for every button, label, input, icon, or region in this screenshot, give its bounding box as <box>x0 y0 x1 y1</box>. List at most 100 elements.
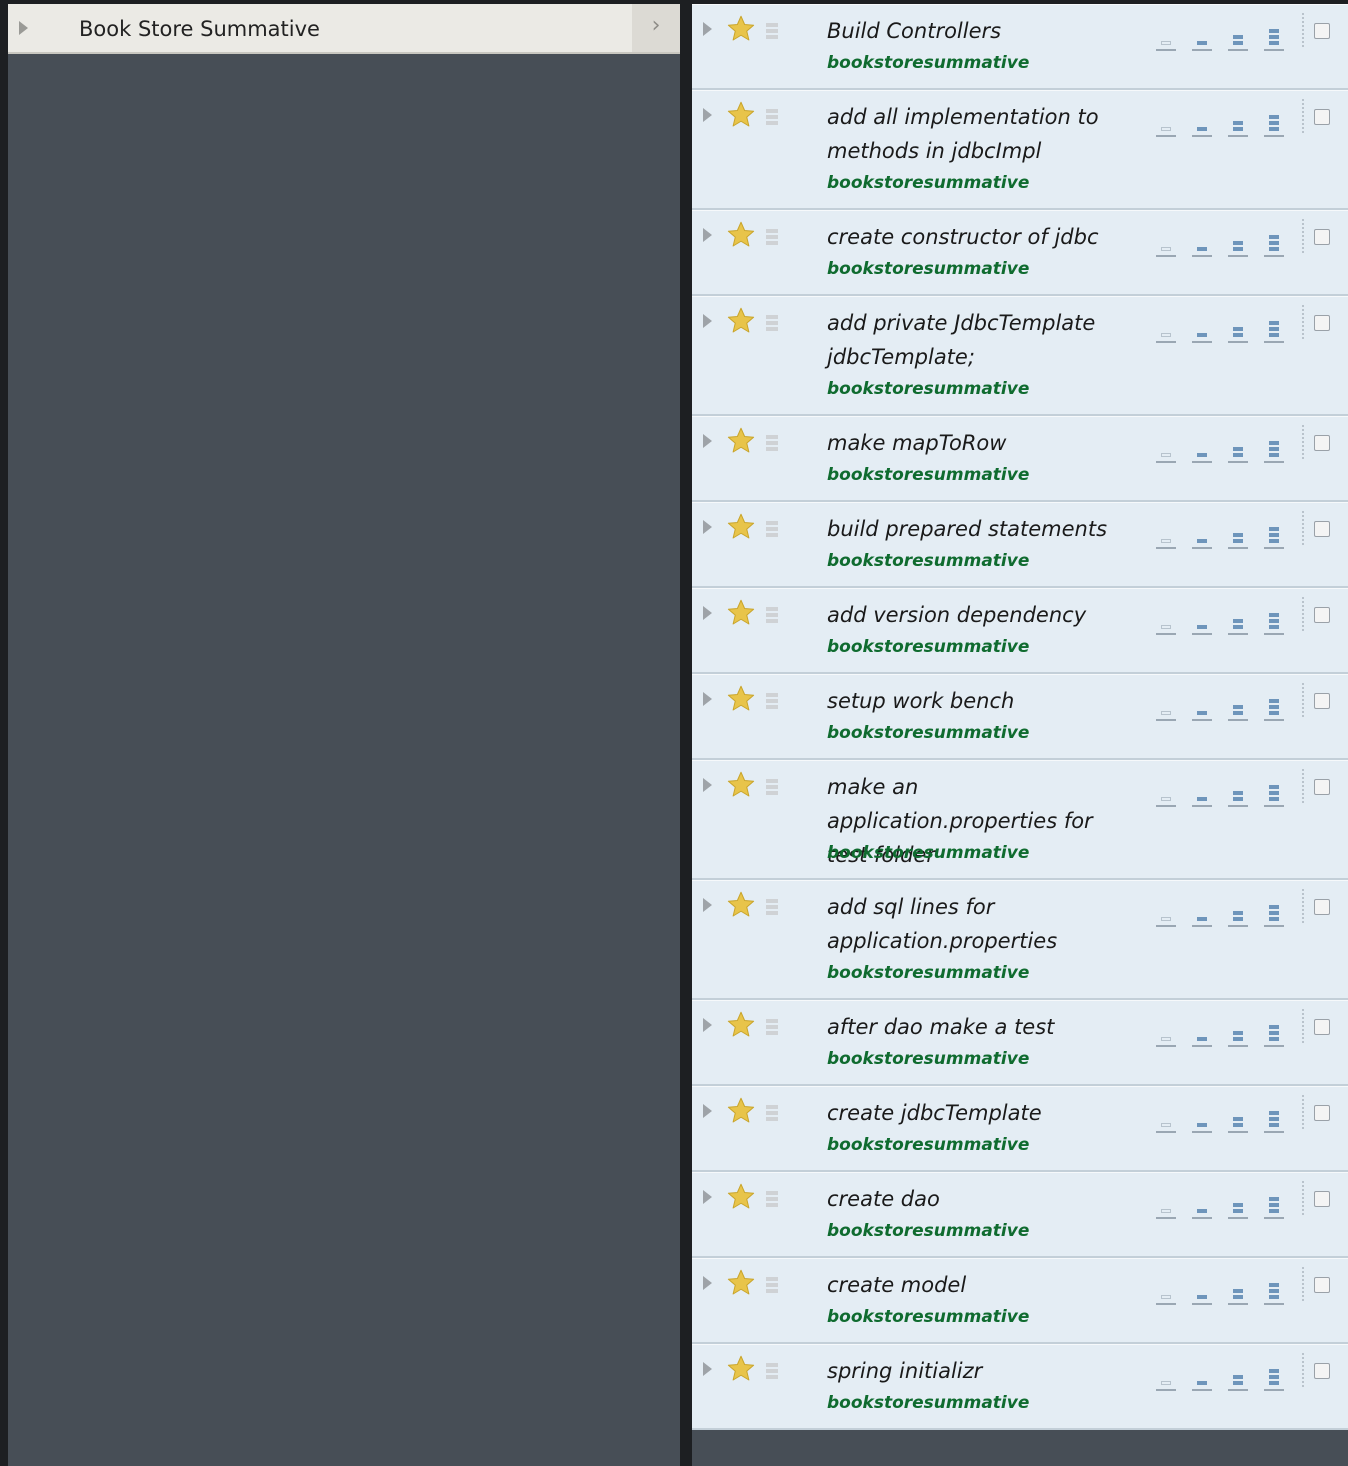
priority-low-icon[interactable] <box>1192 775 1212 807</box>
complete-checkbox[interactable] <box>1314 229 1330 245</box>
priority-high-icon[interactable] <box>1264 1015 1284 1047</box>
task-title[interactable]: add private JdbcTemplate jdbcTemplate; <box>827 306 1137 374</box>
task-row[interactable]: create model bookstoresummative <box>692 1258 1348 1344</box>
task-project-tag[interactable]: bookstoresummative <box>827 723 1029 743</box>
priority-high-icon[interactable] <box>1264 1359 1284 1391</box>
task-row[interactable]: make an application.properties for test … <box>692 760 1348 880</box>
task-title[interactable]: spring initializr <box>827 1354 1137 1388</box>
priority-none-icon[interactable] <box>1156 689 1176 721</box>
complete-checkbox[interactable] <box>1314 899 1330 915</box>
complete-checkbox[interactable] <box>1314 779 1330 795</box>
priority-high-icon[interactable] <box>1264 689 1284 721</box>
star-icon[interactable] <box>726 890 756 920</box>
priority-high-icon[interactable] <box>1264 225 1284 257</box>
star-icon[interactable] <box>726 770 756 800</box>
drag-handle-icon[interactable] <box>766 315 778 333</box>
task-project-tag[interactable]: bookstoresummative <box>827 259 1029 279</box>
star-icon[interactable] <box>726 598 756 628</box>
priority-low-icon[interactable] <box>1192 105 1212 137</box>
task-project-tag[interactable]: bookstoresummative <box>827 1049 1029 1069</box>
star-icon[interactable] <box>726 14 756 44</box>
task-project-tag[interactable]: bookstoresummative <box>827 963 1029 983</box>
priority-high-icon[interactable] <box>1264 517 1284 549</box>
drag-handle-icon[interactable] <box>766 23 778 41</box>
drag-handle-icon[interactable] <box>766 435 778 453</box>
priority-low-icon[interactable] <box>1192 311 1212 343</box>
drag-handle-icon[interactable] <box>766 109 778 127</box>
task-title[interactable]: add all implementation to methods in jdb… <box>827 100 1137 168</box>
priority-low-icon[interactable] <box>1192 1359 1212 1391</box>
priority-medium-icon[interactable] <box>1228 105 1248 137</box>
priority-low-icon[interactable] <box>1192 225 1212 257</box>
star-icon[interactable] <box>726 684 756 714</box>
expand-arrow-icon[interactable] <box>703 434 712 448</box>
task-row[interactable]: add sql lines for application.properties… <box>692 880 1348 1000</box>
priority-medium-icon[interactable] <box>1228 19 1248 51</box>
priority-high-icon[interactable] <box>1264 311 1284 343</box>
open-project-button[interactable]: › <box>632 4 680 52</box>
task-row[interactable]: add private JdbcTemplate jdbcTemplate; b… <box>692 296 1348 416</box>
expand-arrow-icon[interactable] <box>703 1104 712 1118</box>
priority-high-icon[interactable] <box>1264 1273 1284 1305</box>
priority-medium-icon[interactable] <box>1228 1273 1248 1305</box>
complete-checkbox[interactable] <box>1314 1105 1330 1121</box>
task-title[interactable]: Build Controllers <box>827 14 1137 48</box>
priority-high-icon[interactable] <box>1264 1187 1284 1219</box>
priority-medium-icon[interactable] <box>1228 1187 1248 1219</box>
star-icon[interactable] <box>726 512 756 542</box>
priority-low-icon[interactable] <box>1192 1273 1212 1305</box>
priority-medium-icon[interactable] <box>1228 517 1248 549</box>
priority-none-icon[interactable] <box>1156 105 1176 137</box>
drag-handle-icon[interactable] <box>766 1191 778 1209</box>
priority-none-icon[interactable] <box>1156 225 1176 257</box>
expand-arrow-icon[interactable] <box>703 520 712 534</box>
priority-medium-icon[interactable] <box>1228 689 1248 721</box>
task-row[interactable]: add version dependency bookstoresummativ… <box>692 588 1348 674</box>
priority-medium-icon[interactable] <box>1228 1359 1248 1391</box>
star-icon[interactable] <box>726 1182 756 1212</box>
priority-medium-icon[interactable] <box>1228 895 1248 927</box>
priority-high-icon[interactable] <box>1264 895 1284 927</box>
complete-checkbox[interactable] <box>1314 315 1330 331</box>
priority-medium-icon[interactable] <box>1228 1101 1248 1133</box>
drag-handle-icon[interactable] <box>766 229 778 247</box>
priority-low-icon[interactable] <box>1192 19 1212 51</box>
priority-none-icon[interactable] <box>1156 1101 1176 1133</box>
complete-checkbox[interactable] <box>1314 1277 1330 1293</box>
task-project-tag[interactable]: bookstoresummative <box>827 1393 1029 1413</box>
complete-checkbox[interactable] <box>1314 521 1330 537</box>
priority-medium-icon[interactable] <box>1228 431 1248 463</box>
task-title[interactable]: build prepared statements <box>827 512 1137 546</box>
priority-none-icon[interactable] <box>1156 895 1176 927</box>
task-title[interactable]: add sql lines for application.properties <box>827 890 1137 958</box>
task-title[interactable]: create jdbcTemplate <box>827 1096 1137 1130</box>
priority-low-icon[interactable] <box>1192 1101 1212 1133</box>
priority-medium-icon[interactable] <box>1228 311 1248 343</box>
expand-arrow-icon[interactable] <box>703 606 712 620</box>
drag-handle-icon[interactable] <box>766 693 778 711</box>
task-row[interactable]: create dao bookstoresummative <box>692 1172 1348 1258</box>
complete-checkbox[interactable] <box>1314 23 1330 39</box>
task-row[interactable]: create constructor of jdbc bookstoresumm… <box>692 210 1348 296</box>
task-project-tag[interactable]: bookstoresummative <box>827 1307 1029 1327</box>
expand-arrow-icon[interactable] <box>703 692 712 706</box>
drag-handle-icon[interactable] <box>766 607 778 625</box>
task-title[interactable]: make mapToRow <box>827 426 1137 460</box>
priority-high-icon[interactable] <box>1264 19 1284 51</box>
complete-checkbox[interactable] <box>1314 1191 1330 1207</box>
task-row[interactable]: add all implementation to methods in jdb… <box>692 90 1348 210</box>
priority-medium-icon[interactable] <box>1228 1015 1248 1047</box>
expand-arrow-icon[interactable] <box>703 1362 712 1376</box>
priority-none-icon[interactable] <box>1156 1015 1176 1047</box>
star-icon[interactable] <box>726 306 756 336</box>
priority-high-icon[interactable] <box>1264 603 1284 635</box>
task-project-tag[interactable]: bookstoresummative <box>827 637 1029 657</box>
priority-high-icon[interactable] <box>1264 1101 1284 1133</box>
task-title[interactable]: create model <box>827 1268 1137 1302</box>
task-title[interactable]: create dao <box>827 1182 1137 1216</box>
priority-none-icon[interactable] <box>1156 775 1176 807</box>
complete-checkbox[interactable] <box>1314 693 1330 709</box>
task-title[interactable]: setup work bench <box>827 684 1137 718</box>
priority-low-icon[interactable] <box>1192 1015 1212 1047</box>
star-icon[interactable] <box>726 220 756 250</box>
